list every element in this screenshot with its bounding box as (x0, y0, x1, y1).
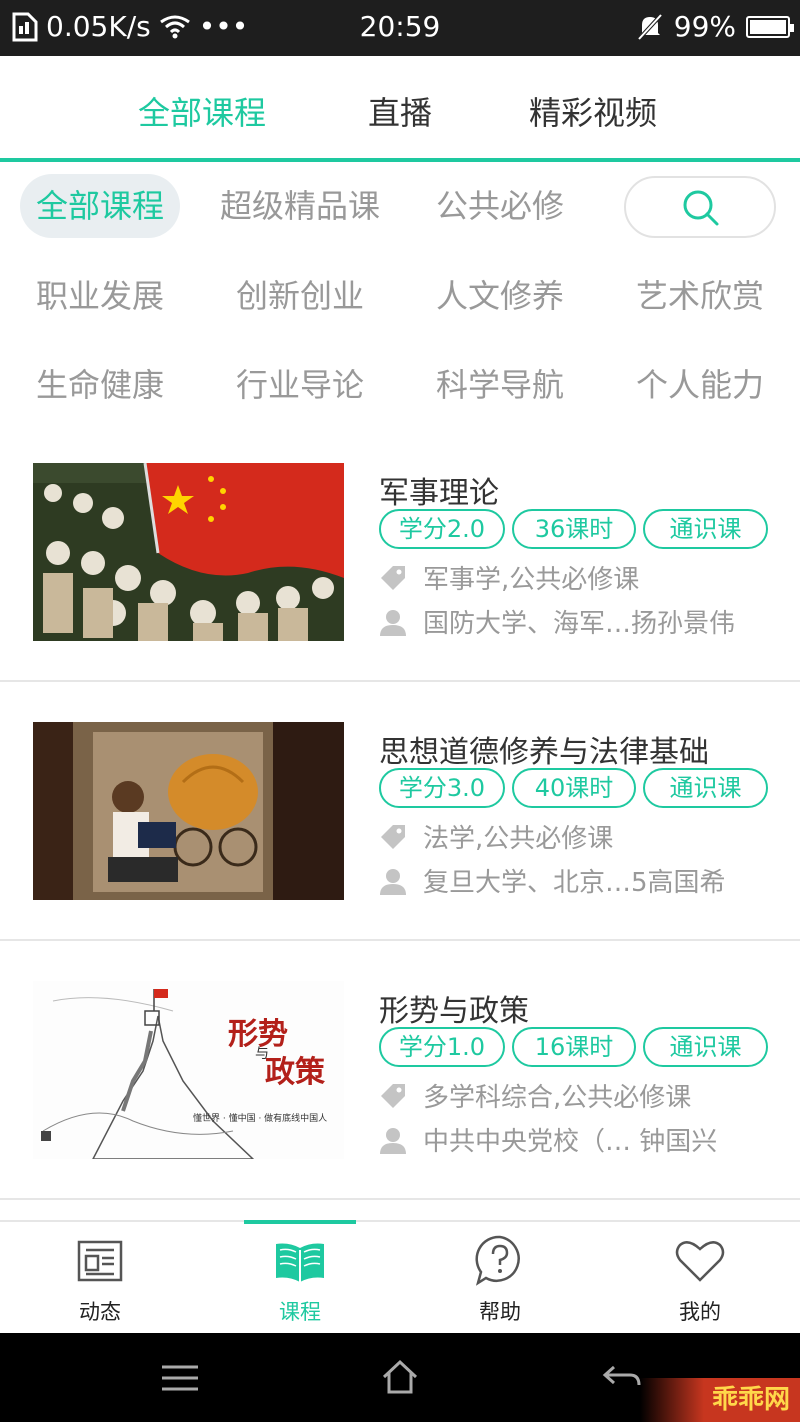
nav-item-mine[interactable]: 我的 (600, 1222, 800, 1335)
help-icon (475, 1235, 520, 1286)
course-tags-text: 军事学,公共必修课 (423, 565, 640, 595)
nav-label-feed: 动态 (79, 1300, 121, 1324)
course-thumbnail (33, 463, 344, 641)
type-badge: 通识课 (643, 1027, 768, 1067)
search-icon (683, 190, 719, 226)
type-badge: 通识课 (643, 768, 768, 808)
category-career[interactable]: 职业发展 (20, 264, 180, 328)
course-card[interactable]: 思想道德修养与法律基础 学分3.0 40课时 通识课 法学,公共必修课 复旦大学… (0, 682, 800, 941)
course-thumbnail (33, 722, 344, 900)
user-icon (380, 868, 406, 895)
tab-videos[interactable]: 精彩视频 (529, 88, 657, 134)
hours-badge: 40课时 (512, 768, 636, 808)
course-title: 思想道德修养与法律基础 (379, 735, 709, 770)
course-tags-text: 多学科综合,公共必修课 (423, 1083, 692, 1113)
course-teacher: 国防大学、海军…扬孙景伟 (379, 603, 735, 640)
course-teacher-text: 中共中央党校（… 钟国兴 (423, 1127, 718, 1157)
nav-item-help[interactable]: 帮助 (400, 1222, 600, 1335)
tag-icon (381, 1083, 405, 1108)
course-tags: 军事学,公共必修课 (379, 559, 639, 596)
mute-icon (637, 13, 663, 40)
menu-icon[interactable] (160, 1363, 200, 1393)
top-tab-bar: 全部课程 直播 精彩视频 (0, 56, 800, 162)
battery-fill (750, 19, 786, 34)
category-art[interactable]: 艺术欣赏 (620, 264, 780, 328)
category-science[interactable]: 科学导航 (420, 353, 580, 417)
search-button[interactable] (624, 176, 776, 238)
category-personal[interactable]: 个人能力 (620, 353, 780, 417)
bottom-nav: 动态 课程 帮助 我的 (0, 1220, 800, 1333)
course-thumbnail: 形势 与 政策 懂世界 · 懂中国 · 做有底线中国人 (33, 981, 344, 1159)
tag-icon (381, 565, 405, 590)
category-innovation[interactable]: 创新创业 (220, 264, 380, 328)
heart-icon (675, 1241, 725, 1282)
course-tags-text: 法学,公共必修课 (423, 824, 614, 854)
course-teacher: 中共中央党校（… 钟国兴 (379, 1121, 717, 1158)
user-icon (380, 609, 406, 636)
filter-premium[interactable]: 超级精品课 (210, 174, 390, 238)
battery-percent: 99% (673, 10, 736, 43)
filter-required[interactable]: 公共必修 (420, 174, 580, 238)
course-teacher-text: 国防大学、海军…扬孙景伟 (423, 609, 736, 639)
hours-badge: 36课时 (512, 509, 636, 549)
thumb-title-2: 政策 (265, 1055, 325, 1090)
credit-badge: 学分3.0 (379, 768, 505, 808)
thumb-subtitle: 懂世界 · 懂中国 · 做有底线中国人 (193, 1114, 328, 1124)
status-right: 99% (636, 10, 794, 43)
user-icon (380, 1127, 406, 1154)
system-nav-bar: 乖乖网 (0, 1333, 800, 1422)
nav-label-help: 帮助 (479, 1300, 521, 1324)
course-card[interactable]: 形势 与 政策 懂世界 · 懂中国 · 做有底线中国人 形势与政策 学分1.0 … (0, 941, 800, 1200)
filter-all-courses[interactable]: 全部课程 (20, 174, 180, 238)
book-icon (276, 1243, 324, 1282)
nav-label-courses: 课程 (279, 1300, 321, 1324)
home-icon[interactable] (380, 1359, 420, 1395)
nav-label-mine: 我的 (679, 1300, 721, 1324)
credit-badge: 学分2.0 (379, 509, 505, 549)
hours-badge: 16课时 (512, 1027, 636, 1067)
category-health[interactable]: 生命健康 (20, 353, 180, 417)
tab-all-courses[interactable]: 全部课程 (138, 88, 266, 134)
type-badge: 通识课 (643, 509, 768, 549)
category-humanities[interactable]: 人文修养 (420, 264, 580, 328)
course-card[interactable]: 军事理论 学分2.0 36课时 通识课 军事学,公共必修课 国防大学、海军…扬孙… (0, 423, 800, 682)
nav-item-feed[interactable]: 动态 (0, 1222, 200, 1335)
credit-badge: 学分1.0 (379, 1027, 505, 1067)
nav-item-courses[interactable]: 课程 (200, 1222, 400, 1335)
tag-icon (381, 824, 405, 849)
back-icon[interactable] (602, 1363, 642, 1393)
battery-icon (746, 15, 794, 38)
category-industry[interactable]: 行业导论 (220, 353, 380, 417)
tab-live[interactable]: 直播 (368, 88, 432, 134)
course-title: 军事理论 (379, 476, 499, 511)
course-teacher-text: 复旦大学、北京…5高国希 (423, 868, 726, 898)
course-teacher: 复旦大学、北京…5高国希 (379, 862, 726, 899)
status-bar: 0.05K/s ••• 20:59 99% (0, 0, 800, 56)
course-title: 形势与政策 (379, 994, 529, 1029)
newspaper-icon (77, 1240, 123, 1282)
watermark-logo: 乖乖网 (640, 1378, 800, 1422)
course-tags: 多学科综合,公共必修课 (379, 1077, 691, 1114)
course-tags: 法学,公共必修课 (379, 818, 613, 855)
